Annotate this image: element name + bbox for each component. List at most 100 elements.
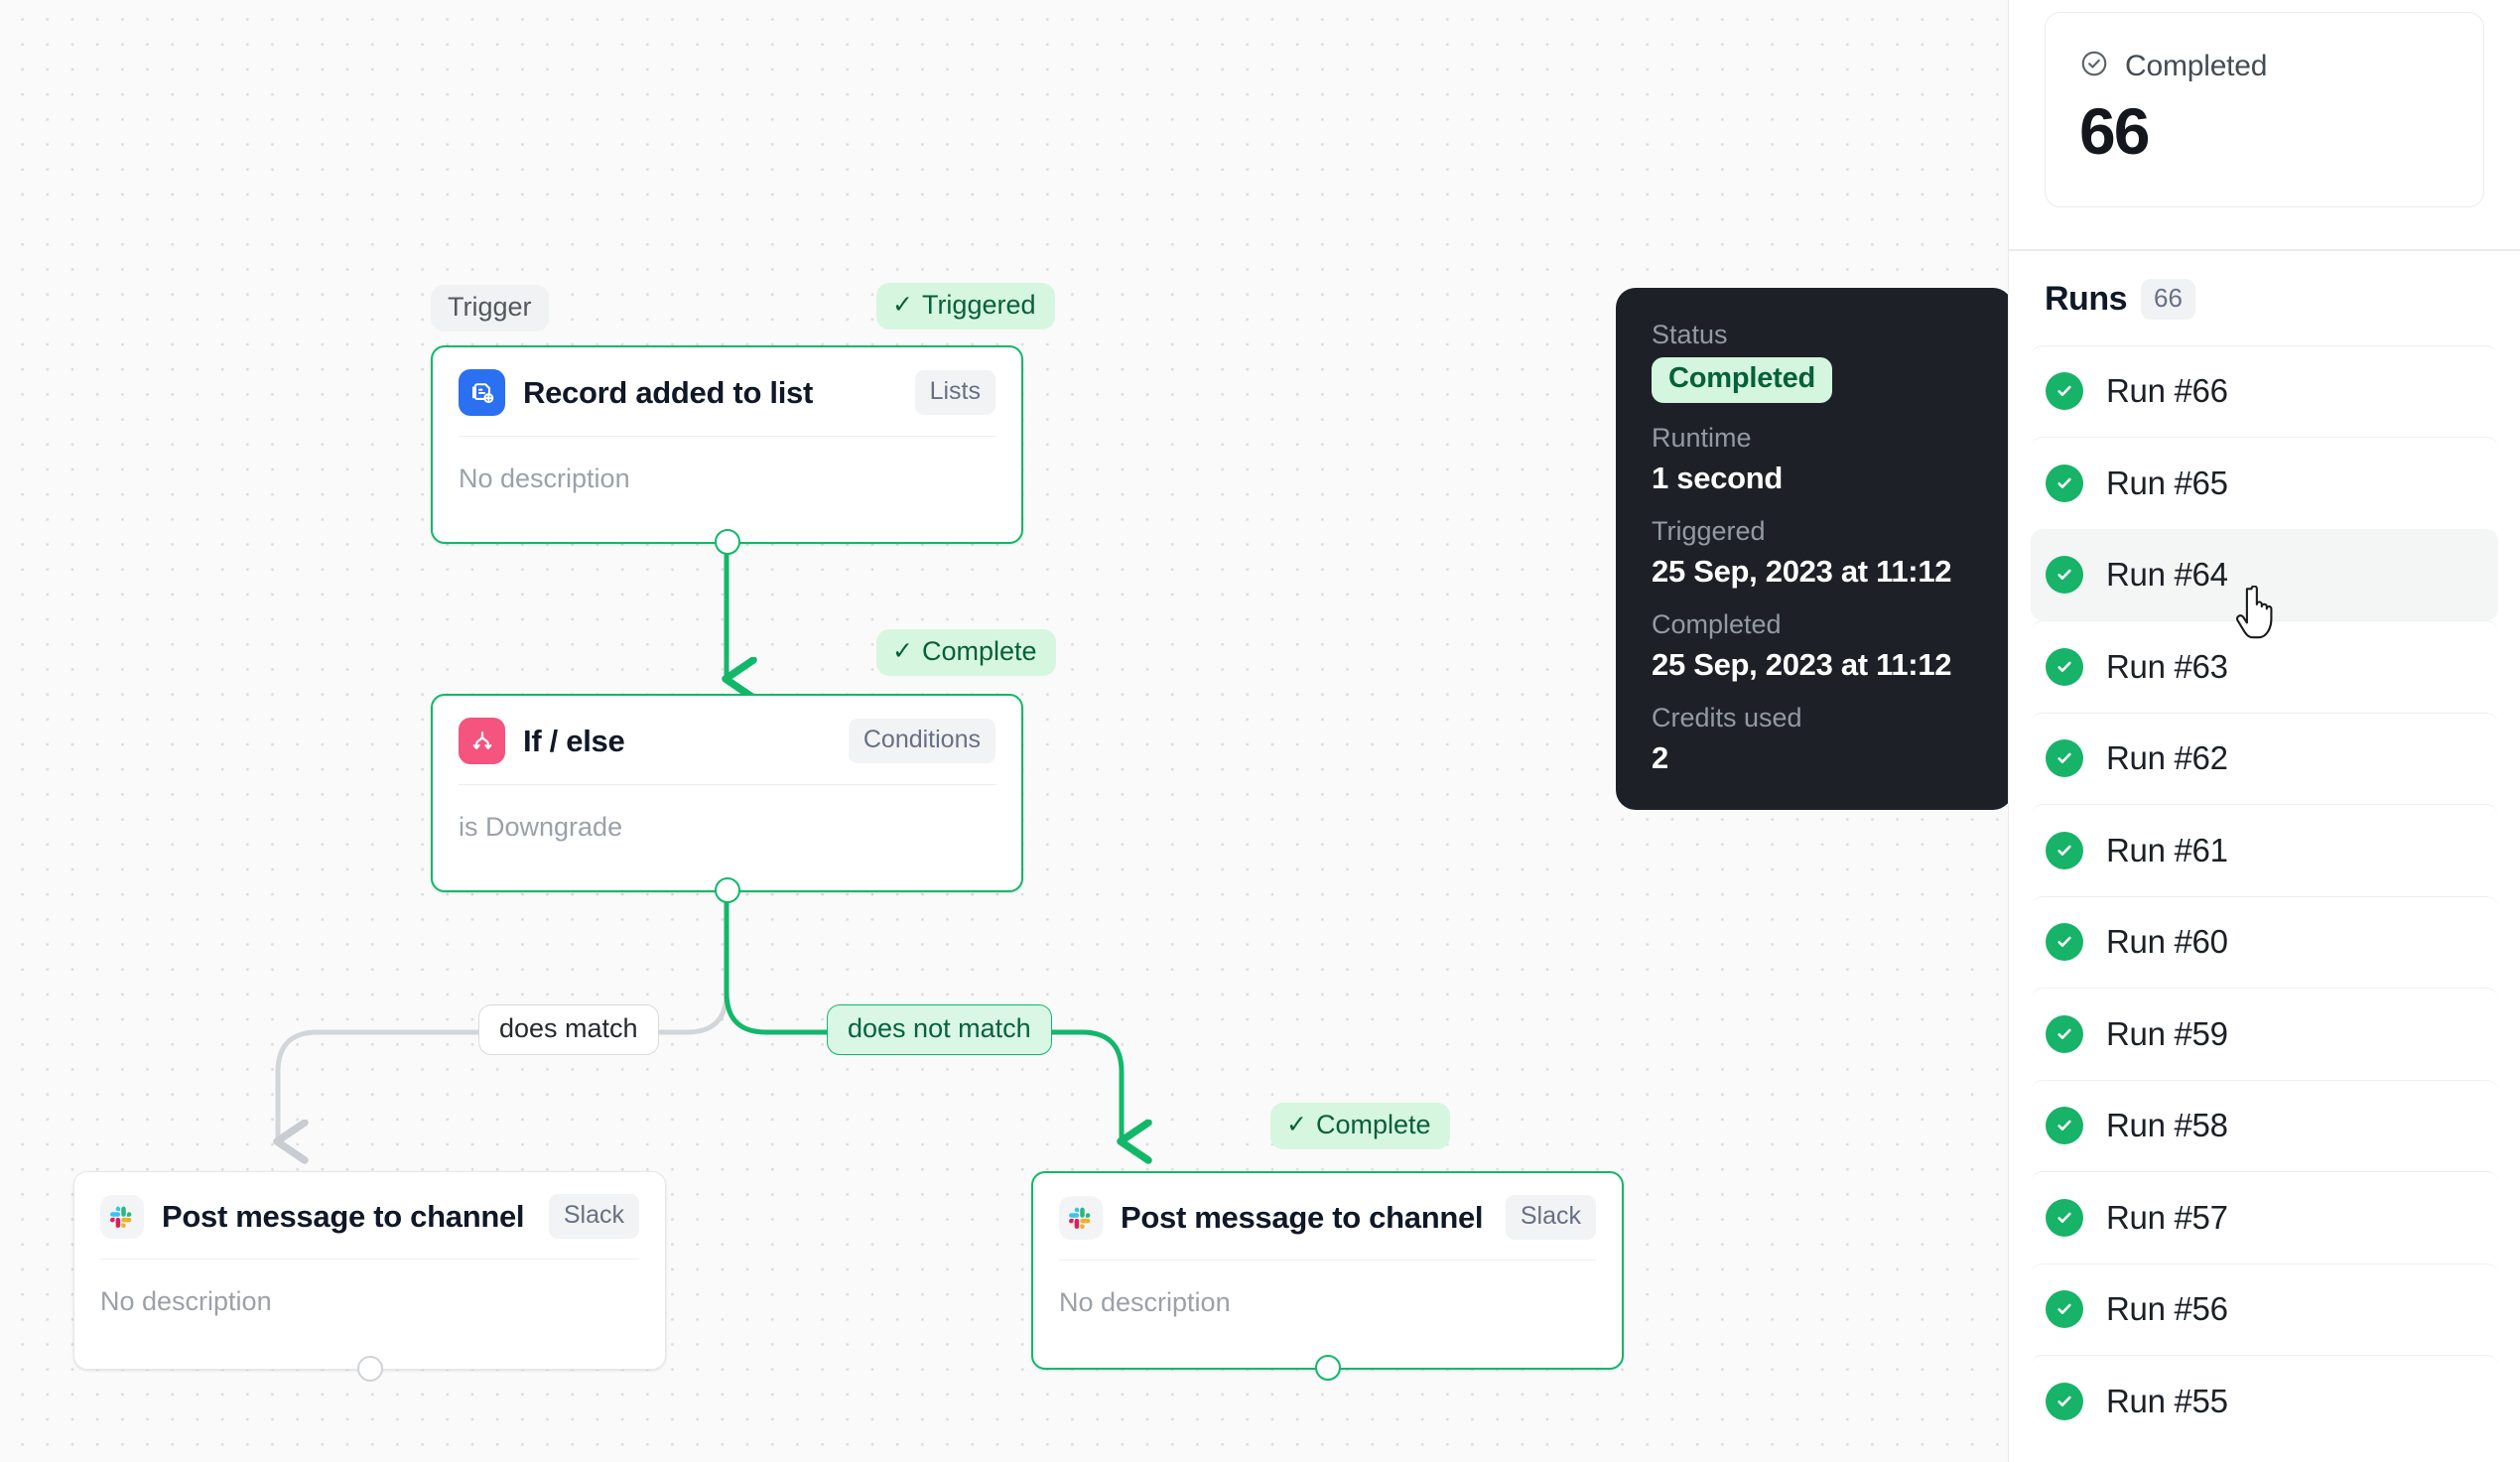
edge-label-does-match[interactable]: does match	[478, 1004, 659, 1055]
node-description: No description	[459, 464, 630, 493]
node-app-tag: Lists	[914, 370, 995, 415]
run-list-item[interactable]: Run #62	[2031, 712, 2498, 805]
completed-stat-card: Completed 66	[2045, 12, 2484, 207]
run-list-item[interactable]: Run #59	[2031, 988, 2498, 1080]
node-header: Post message to channel Slack	[1033, 1173, 1622, 1260]
node-description: is Downgrade	[459, 812, 623, 842]
node-title: Post message to channel	[162, 1198, 525, 1234]
runs-title: Runs	[2045, 279, 2128, 318]
node-header: If / else Conditions	[433, 696, 1021, 784]
check-icon: ✓	[892, 637, 913, 665]
run-label: Run #65	[2106, 464, 2228, 501]
run-details-popover: Status Completed Runtime 1 second Trigge…	[1616, 288, 2008, 810]
run-status-success-icon	[2046, 1382, 2083, 1420]
detail-label: Credits used	[1652, 703, 1802, 732]
status-badge-label: Triggered	[921, 290, 1036, 320]
node-description: No description	[1059, 1287, 1231, 1317]
run-label: Run #60	[2106, 923, 2228, 961]
node-description: No description	[100, 1286, 272, 1316]
check-icon: ✓	[892, 291, 913, 319]
run-label: Run #64	[2106, 556, 2228, 594]
record-add-icon	[459, 369, 505, 416]
run-status-success-icon	[2046, 372, 2083, 411]
slack-icon	[100, 1194, 144, 1239]
run-list-item[interactable]: Run #63	[2031, 620, 2498, 713]
branch-split-icon	[459, 718, 505, 764]
workflow-node-record-added-to-list[interactable]: Record added to list Lists No descriptio…	[431, 345, 1023, 555]
node-app-tag: Conditions	[848, 719, 995, 763]
workflow-node-post-message-left[interactable]: Post message to channel Slack No descrip…	[73, 1171, 666, 1382]
detail-label: Runtime	[1652, 423, 1752, 453]
detail-credits-used: Credits used 2	[1652, 703, 1977, 776]
node-header: Post message to channel Slack	[74, 1172, 665, 1259]
run-label: Run #62	[2106, 739, 2228, 777]
run-label: Run #61	[2106, 831, 2228, 868]
detail-status: Status Completed	[1652, 320, 1977, 403]
detail-value: 25 Sep, 2023 at 11:12	[1652, 554, 1952, 589]
run-list-item[interactable]: Run #66	[2031, 344, 2498, 438]
run-label: Run #57	[2106, 1198, 2228, 1236]
run-label: Run #58	[2106, 1107, 2228, 1144]
status-badge-complete-slack: ✓ Complete	[1270, 1103, 1450, 1149]
node-title: Record added to list	[523, 374, 813, 410]
run-status-success-icon	[2046, 1107, 2083, 1145]
detail-label: Status	[1652, 320, 1728, 349]
slack-icon	[1059, 1195, 1103, 1240]
workflow-canvas[interactable]: Trigger ✓ Triggered Record added to list	[0, 0, 2008, 1462]
run-list-item[interactable]: Run #64	[2031, 528, 2498, 621]
run-status-success-icon	[2046, 1014, 2083, 1053]
node-output-handle[interactable]	[356, 1356, 383, 1382]
check-icon: ✓	[1286, 1111, 1307, 1138]
run-label: Run #55	[2106, 1382, 2228, 1419]
node-title: If / else	[523, 723, 625, 758]
detail-label: Triggered	[1652, 516, 1766, 546]
runs-sidebar: Completed 66 Runs 66 Run #66 Run #65 Run #…	[2008, 0, 2520, 1462]
detail-triggered: Triggered 25 Sep, 2023 at 11:12	[1652, 516, 1977, 590]
run-status-success-icon	[2046, 1198, 2083, 1237]
run-label: Run #63	[2106, 647, 2228, 685]
node-kind-pill-trigger: Trigger	[431, 285, 549, 332]
stat-title: Completed	[2125, 49, 2268, 82]
runs-count-badge: 66	[2141, 278, 2195, 320]
workflow-node-if-else[interactable]: If / else Conditions is Downgrade	[431, 694, 1023, 903]
run-status-success-icon	[2046, 647, 2083, 686]
run-list-item[interactable]: Run #60	[2031, 895, 2498, 989]
node-app-tag: Slack	[1505, 1195, 1596, 1240]
detail-runtime: Runtime 1 second	[1652, 423, 1977, 496]
status-badge-label: Complete	[1315, 1110, 1431, 1139]
node-output-handle[interactable]	[714, 529, 740, 555]
run-list-item[interactable]: Run #61	[2031, 804, 2498, 896]
workflow-node-post-message-right[interactable]: Post message to channel Slack No descrip…	[1031, 1171, 1624, 1381]
run-status-success-icon	[2046, 831, 2083, 869]
detail-value: 1 second	[1652, 461, 1783, 495]
detail-value: 2	[1652, 740, 1668, 775]
node-app-tag: Slack	[548, 1194, 639, 1239]
workflow-run-screen: Trigger ✓ Triggered Record added to list	[0, 0, 2520, 1462]
node-title: Post message to channel	[1121, 1199, 1484, 1235]
runs-list-header: Runs 66	[2009, 251, 2520, 345]
edge-label-does-not-match[interactable]: does not match	[827, 1004, 1052, 1055]
run-list-item[interactable]: Run #65	[2031, 437, 2498, 529]
stat-header: Completed	[2079, 49, 2450, 83]
run-list-item[interactable]: Run #56	[2031, 1263, 2498, 1356]
node-output-handle[interactable]	[1314, 1355, 1341, 1381]
status-badge-complete-condition: ✓ Complete	[876, 629, 1056, 676]
run-list-item[interactable]: Run #58	[2031, 1079, 2498, 1172]
run-list-item[interactable]: Run #55	[2031, 1355, 2498, 1447]
run-list-item[interactable]: Run #57	[2031, 1171, 2498, 1263]
detail-completed: Completed 25 Sep, 2023 at 11:12	[1652, 609, 1977, 683]
node-output-handle[interactable]	[714, 877, 740, 903]
stat-value: 66	[2079, 94, 2150, 168]
status-badge-label: Complete	[921, 636, 1037, 666]
runs-list: Run #66 Run #65 Run #64 Run #63 Run #62 Run #…	[2009, 344, 2520, 1447]
node-header: Record added to list Lists	[433, 347, 1021, 436]
run-status-success-icon	[2046, 923, 2083, 962]
run-label: Run #56	[2106, 1290, 2228, 1328]
detail-label: Completed	[1652, 609, 1782, 639]
run-label: Run #59	[2106, 1014, 2228, 1052]
detail-value: 25 Sep, 2023 at 11:12	[1652, 647, 1952, 682]
run-label: Run #66	[2106, 372, 2228, 410]
check-circle-icon	[2079, 49, 2109, 83]
run-status-success-icon	[2046, 739, 2083, 778]
status-badge: Completed	[1652, 357, 1833, 403]
